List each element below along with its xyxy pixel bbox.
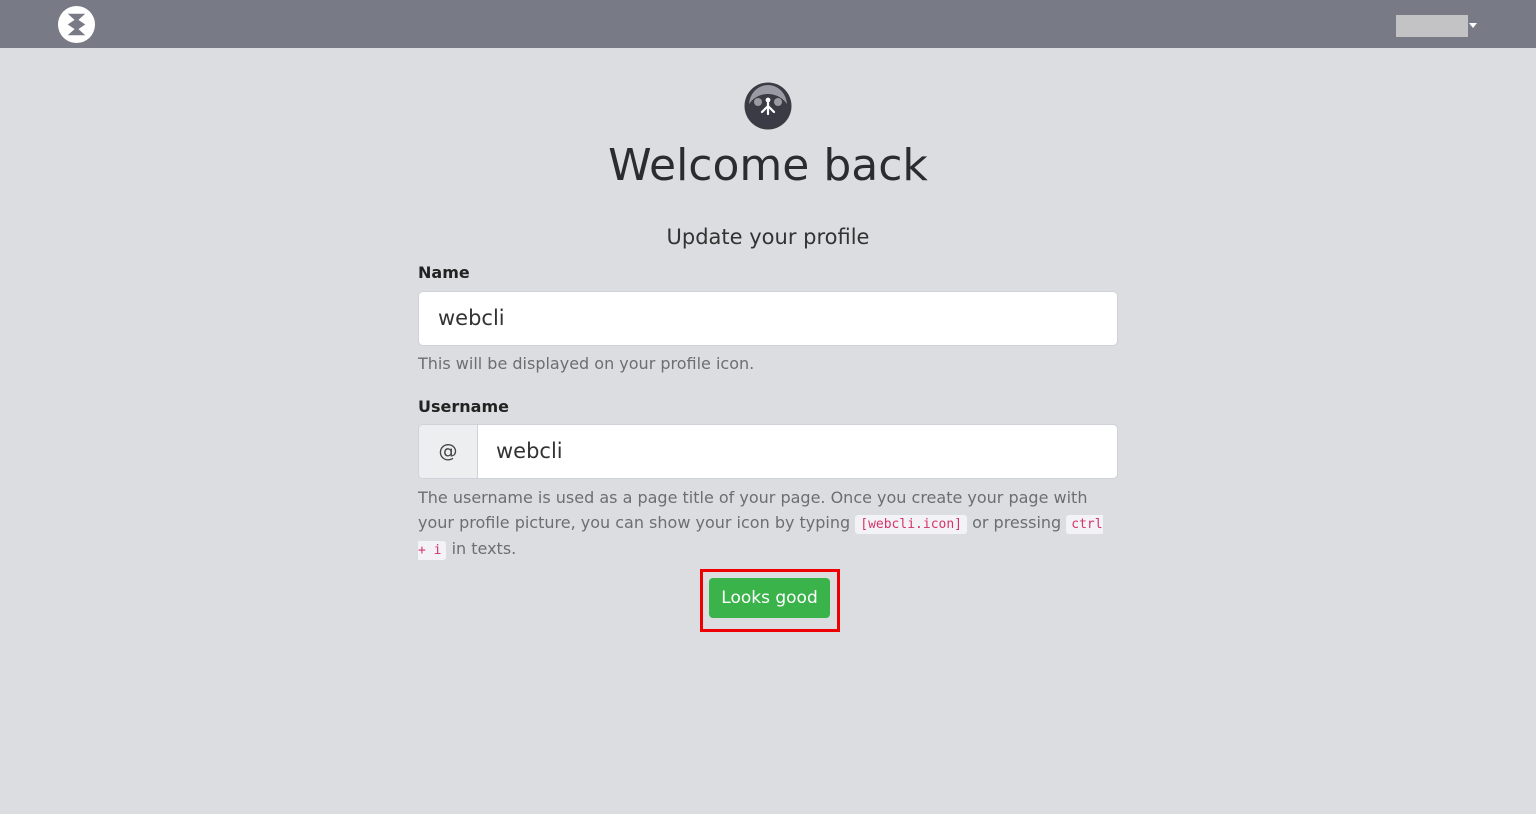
top-navbar: [0, 0, 1536, 48]
name-label: Name: [418, 263, 470, 282]
username-label: Username: [418, 397, 509, 416]
username-input[interactable]: webcli: [496, 425, 563, 478]
username-help-text: The username is used as a page title of …: [418, 486, 1118, 564]
user-name-placeholder[interactable]: [1396, 15, 1468, 37]
username-help-part2: or pressing: [967, 512, 1067, 532]
page-subtitle: Update your profile: [666, 225, 870, 249]
looks-good-button[interactable]: Looks good: [709, 578, 830, 618]
button-highlight-box: Looks good: [700, 569, 840, 632]
chevron-down-icon[interactable]: [1469, 23, 1477, 28]
user-menu-dropdown[interactable]: [1396, 15, 1482, 37]
icon-notation-code: [webcli.icon]: [855, 514, 967, 534]
username-help-part3: in texts.: [446, 539, 517, 558]
username-at-prefix: @: [419, 425, 478, 478]
default-profile-avatar-icon: [744, 82, 792, 130]
name-input[interactable]: webcli: [418, 291, 1118, 346]
page-title: Welcome back: [608, 140, 928, 191]
scrapbox-logo-icon[interactable]: [57, 5, 96, 44]
name-help-text: This will be displayed on your profile i…: [418, 354, 755, 373]
username-input-group: @ webcli: [418, 424, 1118, 479]
